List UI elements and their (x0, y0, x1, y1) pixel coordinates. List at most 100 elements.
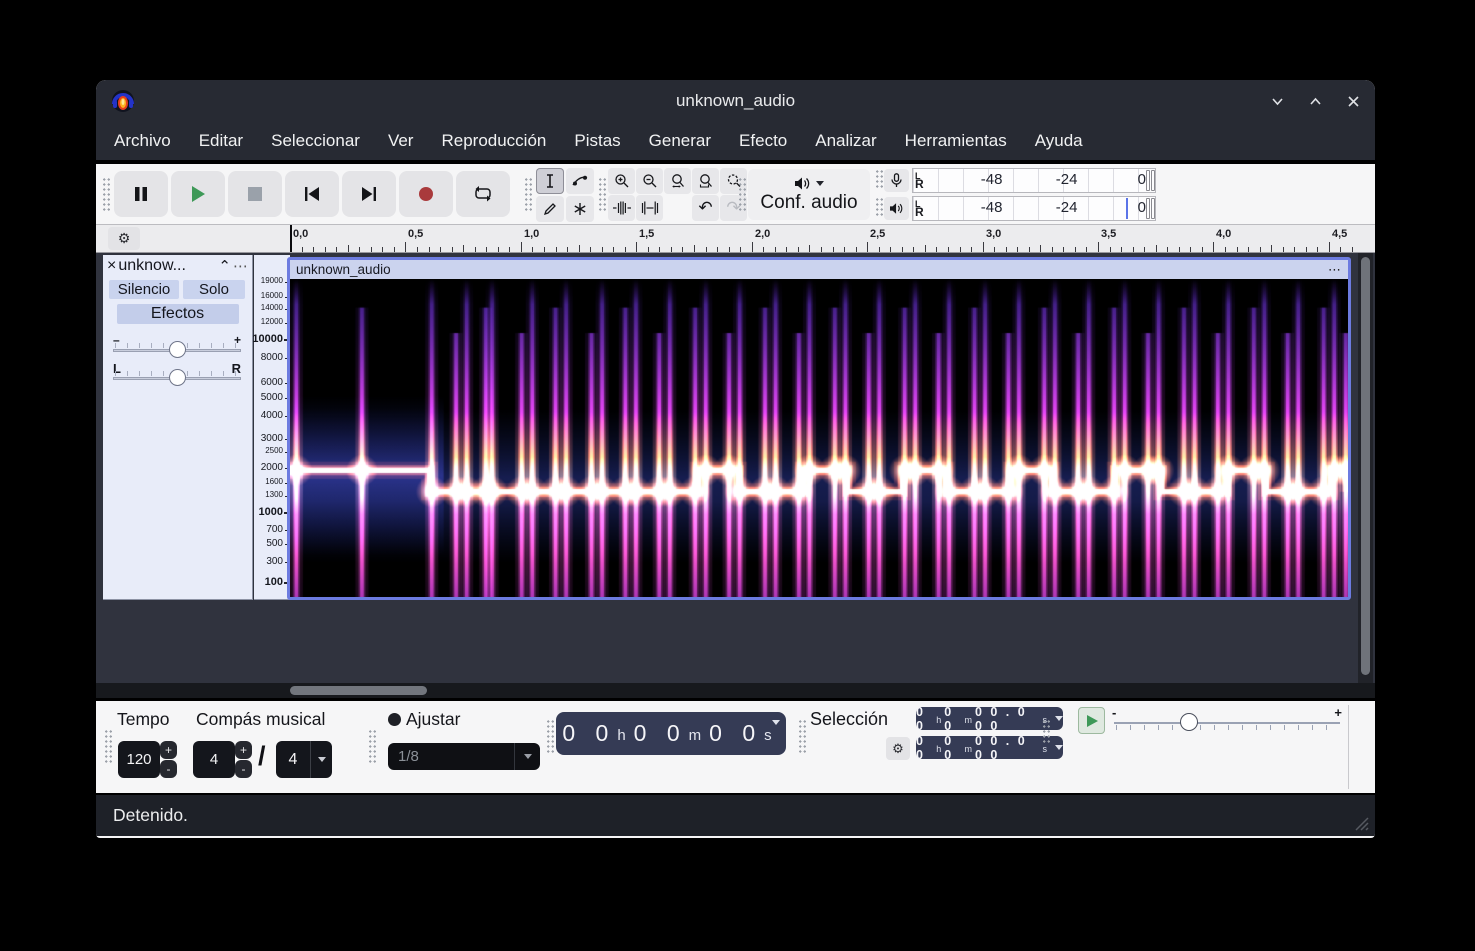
track-name[interactable]: unknow... (118, 257, 216, 275)
play-speed-slider[interactable]: - + (1112, 707, 1342, 737)
skip-to-end-button[interactable] (342, 171, 396, 217)
freq-label: 5000 (261, 393, 283, 403)
timeline-tick (636, 242, 637, 252)
gain-slider-thumb[interactable] (169, 341, 186, 358)
record-button[interactable] (399, 171, 453, 217)
fit-project-button[interactable] (692, 168, 719, 194)
clip-header[interactable]: unknown_audio ⋯ (290, 260, 1348, 279)
ts-upper-increase-button[interactable]: + (235, 741, 252, 759)
menu-editar[interactable]: Editar (185, 122, 257, 160)
skip-to-start-button[interactable] (285, 171, 339, 217)
solo-button[interactable]: Solo (183, 280, 245, 299)
time-display[interactable]: 0 0h0 0m0 0s (556, 712, 786, 755)
undo-button[interactable]: ↶ (692, 195, 719, 221)
multi-tool-button[interactable] (566, 196, 594, 222)
audio-clip[interactable]: unknown_audio ⋯ (287, 257, 1351, 600)
track-close-button[interactable]: × (107, 257, 116, 275)
mute-button[interactable]: Silencio (109, 280, 179, 299)
transport-toolbar-grip[interactable] (102, 177, 111, 211)
zoom-in-button[interactable] (608, 168, 635, 194)
vertical-scrollbar[interactable] (1358, 253, 1373, 683)
close-button[interactable] (1345, 93, 1361, 109)
tempo-value[interactable]: 120 (118, 741, 160, 778)
timeline-label: 3,5 (1101, 228, 1116, 240)
effects-button[interactable]: Efectos (117, 304, 239, 324)
tempo-increase-button[interactable]: + (160, 741, 177, 759)
tempo-decrease-button[interactable]: - (160, 760, 177, 778)
selection-end-caret-icon[interactable] (1055, 745, 1063, 750)
horizontal-scrollbar-thumb[interactable] (290, 686, 427, 695)
timeline-tick (1213, 242, 1214, 252)
silence-audio-button[interactable] (636, 195, 663, 221)
snapping-toolbar-grip[interactable] (368, 729, 377, 763)
selection-toolbar-grip[interactable] (798, 719, 807, 753)
menu-efecto[interactable]: Efecto (725, 122, 801, 160)
loop-button[interactable] (456, 171, 510, 217)
edit-toolbar-grip[interactable] (598, 177, 607, 211)
play-at-speed-button[interactable] (1078, 707, 1105, 734)
selection-options-button[interactable]: ⚙ (886, 737, 910, 760)
selection-end-field[interactable]: 0 0h0 0m0 0 . 0 0 0s (916, 736, 1063, 759)
clip-menu-button[interactable]: ⋯ (1328, 262, 1342, 278)
ts-upper-decrease-button[interactable]: - (235, 760, 252, 778)
playback-meter-grip[interactable] (875, 197, 884, 217)
draw-tool-button[interactable] (536, 196, 564, 222)
play-at-speed-grip[interactable] (1042, 719, 1051, 745)
minimize-button[interactable] (1269, 93, 1285, 109)
play-button[interactable] (171, 171, 225, 217)
gain-slider[interactable]: – + (113, 337, 241, 359)
zoom-to-selection-button[interactable] (664, 168, 691, 194)
timeline-tick (1110, 247, 1111, 252)
record-meter[interactable]: L R -48 -24 0 (884, 167, 1156, 194)
playback-speaker-icon[interactable] (884, 197, 909, 220)
menu-analizar[interactable]: Analizar (801, 122, 890, 160)
horizontal-scrollbar[interactable] (96, 683, 1375, 698)
speed-slider-thumb[interactable] (1180, 713, 1198, 731)
menu-reproduccion[interactable]: Reproducción (427, 122, 560, 160)
menu-herramientas[interactable]: Herramientas (891, 122, 1021, 160)
timeline-ruler[interactable]: 0,00,51,01,52,02,53,03,54,04,5 (290, 225, 1352, 252)
ts-lower-dropdown[interactable]: 4 (276, 741, 332, 778)
selection-start-field[interactable]: 0 0h0 0m0 0 . 0 0 0s (916, 707, 1063, 730)
resize-grip-icon[interactable] (1351, 813, 1369, 831)
selection-start-caret-icon[interactable] (1055, 716, 1063, 721)
timeline-tick (1329, 242, 1330, 252)
envelope-tool-button[interactable] (566, 168, 594, 194)
timeline-options-button[interactable]: ⚙ (108, 227, 140, 250)
trim-audio-button[interactable] (608, 195, 635, 221)
ts-upper-value[interactable]: 4 (193, 741, 235, 778)
track-collapse-button[interactable]: ⌃ (218, 257, 231, 275)
stop-button[interactable] (228, 171, 282, 217)
pan-slider-thumb[interactable] (169, 369, 186, 386)
maximize-button[interactable] (1307, 93, 1323, 109)
audio-setup-button[interactable]: Conf. audio (748, 169, 870, 220)
vertical-scrollbar-thumb[interactable] (1361, 257, 1370, 675)
menu-pistas[interactable]: Pistas (560, 122, 634, 160)
timeline-tick (1202, 247, 1203, 252)
spectrogram-canvas[interactable] (290, 279, 1348, 597)
time-toolbar-grip[interactable] (546, 719, 555, 753)
tools-toolbar-grip[interactable] (524, 177, 533, 211)
frequency-ruler[interactable]: 1900016000140001200010000800060005000400… (254, 255, 290, 600)
snap-mode-dropdown[interactable]: 1/8 (388, 743, 540, 770)
timeline-tick (1133, 247, 1134, 252)
timeline-tick (1283, 247, 1284, 252)
time-signature-toolbar-grip[interactable] (104, 729, 113, 763)
menu-ayuda[interactable]: Ayuda (1021, 122, 1097, 160)
pause-button[interactable] (114, 171, 168, 217)
snap-toggle[interactable] (388, 713, 401, 726)
zoom-out-button[interactable] (636, 168, 663, 194)
audio-setup-grip[interactable] (738, 177, 747, 211)
pan-slider[interactable]: L R (113, 365, 241, 387)
menu-seleccionar[interactable]: Seleccionar (257, 122, 374, 160)
playback-meter[interactable]: L R -48 -24 0 (884, 195, 1156, 222)
menu-ver[interactable]: Ver (374, 122, 428, 160)
time-display-caret-icon[interactable] (772, 720, 780, 725)
selection-tool-button[interactable] (536, 168, 564, 194)
microphone-icon[interactable] (884, 169, 909, 192)
menu-archivo[interactable]: Archivo (100, 122, 185, 160)
track-menu-button[interactable]: ⋯ (233, 257, 248, 275)
record-meter-grip[interactable] (875, 169, 884, 189)
menu-generar[interactable]: Generar (635, 122, 725, 160)
timeline-tick (336, 247, 337, 252)
